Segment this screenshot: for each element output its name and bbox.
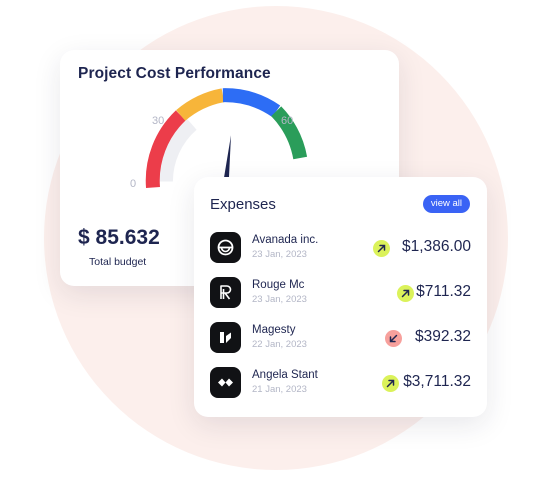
expense-amount: $3,711.32 [403, 373, 471, 390]
expense-amount: $1,386.00 [402, 238, 471, 255]
expense-name: Rouge Mc [252, 279, 305, 291]
total-budget-value: $ 85.632 [78, 226, 160, 249]
expenses-title: Expenses [210, 196, 276, 213]
expense-name: Avanada inc. [252, 234, 319, 246]
trend-up-icon [382, 375, 399, 392]
angela-logo-icon [210, 367, 241, 398]
expense-date: 23 Jan, 2023 [252, 294, 307, 305]
trend-down-icon [385, 330, 402, 347]
expense-date: 23 Jan, 2023 [252, 249, 307, 260]
trend-up-icon [397, 285, 414, 302]
gauge-segment-yellow [176, 88, 225, 121]
rouge-logo-icon [210, 277, 241, 308]
expense-row[interactable]: Avanada inc. 23 Jan, 2023 $1,386.00 [210, 232, 471, 264]
avanada-logo-icon [210, 232, 241, 263]
expense-amount: $392.32 [414, 328, 471, 345]
expense-name: Angela Stant [252, 369, 318, 381]
gauge-tick-label: 30 [152, 115, 164, 127]
expense-name: Magesty [252, 324, 296, 336]
view-all-button[interactable]: view all [422, 195, 470, 213]
gauge-tick-label: 60 [281, 115, 293, 127]
expense-row[interactable]: Magesty 22 Jan, 2023 $392.32 [210, 322, 471, 354]
expense-date: 21 Jan, 2023 [252, 384, 307, 395]
expense-amount: $711.32 [416, 283, 471, 300]
gauge-segment-blue [222, 88, 281, 118]
trend-up-icon [373, 240, 390, 257]
expense-row[interactable]: Rouge Mc 23 Jan, 2023 $711.32 [210, 277, 471, 309]
magesty-logo-icon [210, 322, 241, 353]
expense-row[interactable]: Angela Stant 21 Jan, 2023 $3,711.32 [210, 367, 471, 399]
total-budget-label: Total budget [89, 256, 147, 268]
gauge-tick-label: 0 [130, 178, 136, 190]
expense-date: 22 Jan, 2023 [252, 339, 307, 350]
expenses-card: Expenses view all Avanada inc. 23 Jan, 2… [194, 177, 487, 417]
